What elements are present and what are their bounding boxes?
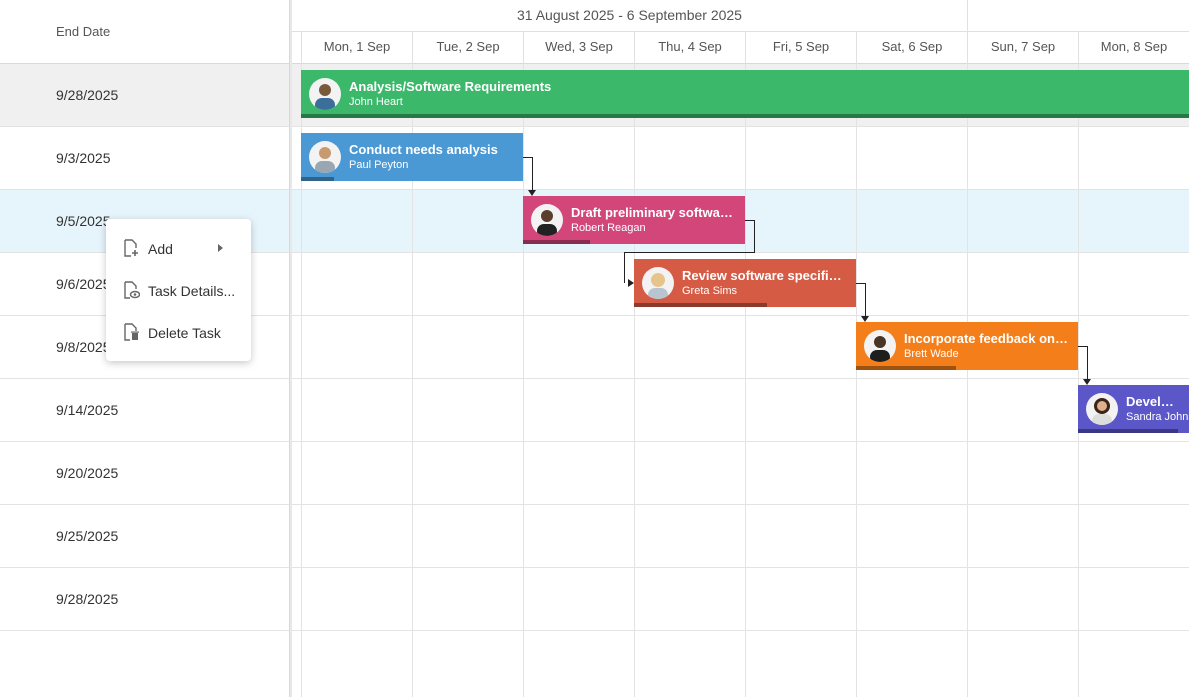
task-owner: Paul Peyton	[349, 159, 409, 171]
timeline-row[interactable]	[292, 442, 1189, 505]
avatar	[309, 78, 341, 110]
end-date-cell: 9/25/2025	[56, 528, 119, 544]
task-title: Incorporate feedback on s...	[904, 331, 1070, 346]
grid-row[interactable]: 9/25/2025	[0, 505, 289, 568]
grid-line	[1078, 64, 1079, 697]
task-progress-bar	[301, 177, 335, 181]
task-owner: Robert Reagan	[571, 222, 646, 234]
task-bar[interactable]: Review software specifica... Greta Sims	[634, 259, 856, 307]
task-title: Conduct needs analysis	[349, 142, 498, 157]
end-date-cell: 9/3/2025	[56, 150, 111, 166]
task-owner: Brett Wade	[904, 348, 959, 360]
avatar	[864, 330, 896, 362]
end-date-cell: 9/6/2025	[56, 276, 111, 292]
grid-row[interactable]: 9/3/2025	[0, 127, 289, 190]
timeline-row[interactable]	[292, 505, 1189, 568]
grid-row[interactable]: 9/28/2025	[0, 64, 289, 127]
avatar	[309, 141, 341, 173]
task-owner: John Heart	[349, 96, 403, 108]
day-label: Sat, 6 Sep	[856, 32, 967, 64]
task-title: Review software specifica...	[682, 268, 848, 283]
delete-task-icon	[122, 323, 140, 341]
grid-header: End Date	[0, 0, 289, 64]
task-bar[interactable]: Draft preliminary software ... Robert Re…	[523, 196, 745, 244]
grid-line	[745, 64, 746, 697]
task-bar[interactable]: Analysis/Software Requirements John Hear…	[301, 70, 1189, 118]
day-label: Tue, 2 Sep	[412, 32, 523, 64]
grid-row[interactable]: 9/20/2025	[0, 442, 289, 505]
avatar	[1086, 393, 1118, 425]
context-menu: Add Task Details... Delete Task	[106, 219, 251, 361]
task-progress-bar	[856, 366, 956, 370]
menu-item-add[interactable]: Add	[106, 227, 251, 269]
grid-row[interactable]: 9/28/2025	[0, 568, 289, 631]
avatar	[642, 267, 674, 299]
task-bar[interactable]: Conduct needs analysis Paul Peyton	[301, 133, 523, 181]
gantt-timeline: 31 August 2025 - 6 September 2025 Mon, 1…	[292, 0, 1189, 697]
end-date-cell: 9/28/2025	[56, 87, 119, 103]
day-label: Thu, 4 Sep	[634, 32, 745, 64]
end-date-cell: 9/20/2025	[56, 465, 119, 481]
submenu-arrow-icon	[218, 244, 223, 252]
menu-item-label: Delete Task	[148, 325, 221, 341]
end-date-cell: 9/28/2025	[56, 591, 119, 607]
avatar	[531, 204, 563, 236]
timeline-day-header: Mon, 1 Sep Tue, 2 Sep Wed, 3 Sep Thu, 4 …	[292, 32, 1189, 64]
end-date-cell: 9/14/2025	[56, 402, 119, 418]
task-bar[interactable]: Incorporate feedback on s... Brett Wade	[856, 322, 1078, 370]
task-title: Draft preliminary software ...	[571, 205, 737, 220]
menu-item-task-details[interactable]: Task Details...	[106, 269, 251, 311]
task-details-icon	[122, 281, 141, 299]
task-title: Develop de	[1126, 394, 1181, 409]
grid-line	[967, 64, 968, 697]
timeline-row[interactable]	[292, 568, 1189, 631]
task-title: Analysis/Software Requirements	[349, 79, 552, 94]
end-date-cell: 9/8/2025	[56, 339, 111, 355]
task-owner: Sandra Johns	[1126, 411, 1189, 423]
timeline-week-header: 31 August 2025 - 6 September 2025	[292, 0, 1189, 32]
timeline-body: Analysis/Software Requirements John Hear…	[292, 64, 1189, 697]
day-label: Mon, 8 Sep	[1078, 32, 1189, 64]
task-owner: Greta Sims	[682, 285, 738, 297]
timeline-row[interactable]	[292, 379, 1189, 442]
menu-item-delete-task[interactable]: Delete Task	[106, 311, 251, 353]
add-task-icon	[122, 239, 140, 257]
task-progress-bar	[1078, 429, 1178, 433]
day-label: Sun, 7 Sep	[967, 32, 1078, 64]
menu-item-label: Task Details...	[148, 283, 236, 299]
day-label: Fri, 5 Sep	[745, 32, 856, 64]
task-bar[interactable]: Develop de Sandra Johns	[1078, 385, 1189, 433]
end-date-column-header[interactable]: End Date	[56, 24, 110, 39]
task-progress-bar	[523, 240, 590, 244]
grid-line	[856, 64, 857, 697]
menu-item-label: Add	[148, 241, 173, 257]
day-label: Wed, 3 Sep	[523, 32, 634, 64]
grid-row[interactable]: 9/14/2025	[0, 379, 289, 442]
end-date-cell: 9/5/2025	[56, 213, 111, 229]
day-label: Mon, 1 Sep	[301, 32, 412, 64]
task-progress-bar	[301, 114, 1189, 118]
task-progress-bar	[634, 303, 768, 307]
grid-line	[523, 64, 524, 697]
grid-line	[634, 64, 635, 697]
week-label: 31 August 2025 - 6 September 2025	[292, 0, 968, 32]
